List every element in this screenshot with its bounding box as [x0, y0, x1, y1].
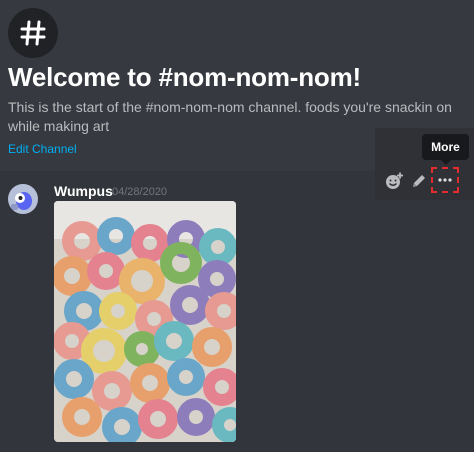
image-attachment[interactable] [54, 201, 236, 442]
channel-hash-icon [8, 8, 58, 58]
edit-icon [413, 175, 425, 187]
edit-message-button[interactable] [407, 170, 431, 192]
message-author[interactable]: Wumpus [54, 183, 113, 199]
more-icon [438, 178, 452, 182]
tooltip-arrow [441, 160, 451, 165]
edit-channel-link[interactable]: Edit Channel [8, 142, 77, 156]
avatar[interactable] [8, 184, 38, 214]
add-reaction-button[interactable] [382, 170, 406, 192]
message-timestamp: 04/28/2020 [112, 186, 168, 198]
more-button[interactable] [431, 167, 459, 193]
more-tooltip: More [422, 134, 469, 160]
welcome-title: Welcome to #nom-nom-nom! [8, 62, 361, 92]
add-reaction-icon [386, 172, 403, 189]
